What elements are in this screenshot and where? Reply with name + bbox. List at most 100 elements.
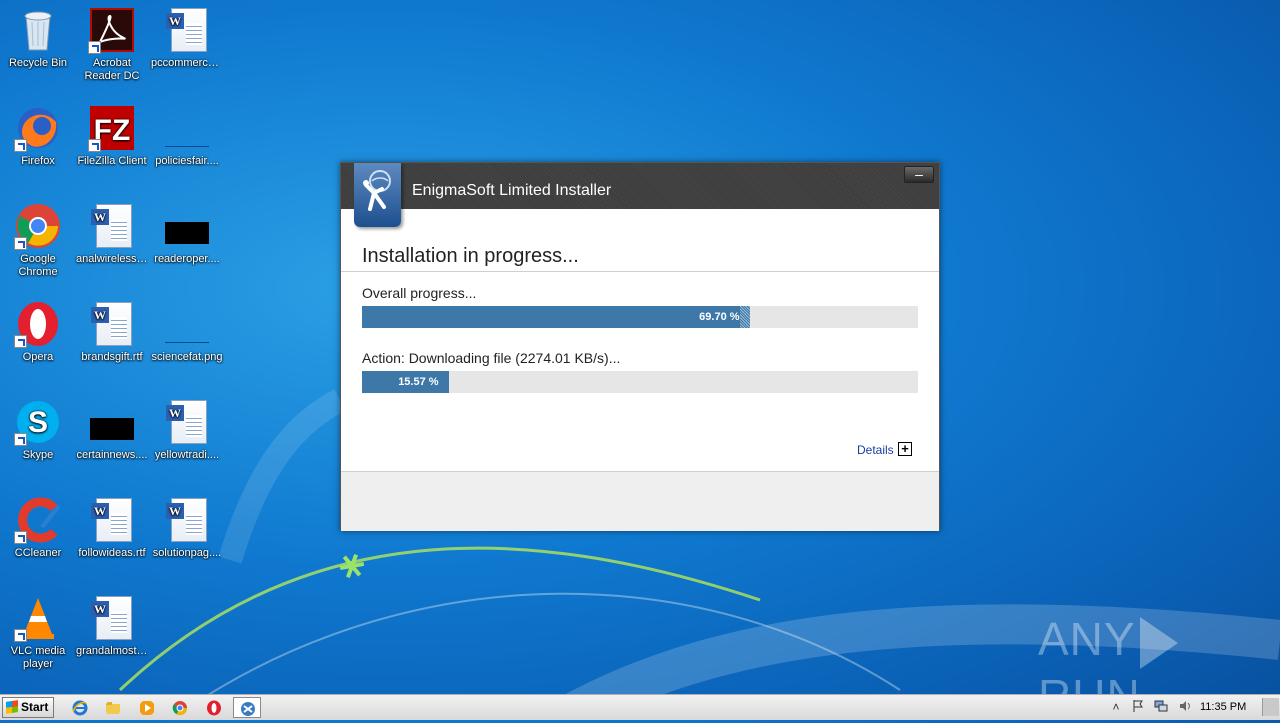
installer-icon — [241, 702, 255, 716]
desktop-icon-label: followideas.rtf — [78, 547, 146, 559]
desktop-icon-label: solutionpag.... — [152, 547, 222, 559]
desktop-icon-label: VLC media player — [10, 645, 66, 670]
desktop-icon-certainnews[interactable]: certainnews.... — [74, 398, 150, 462]
recycle-bin-icon — [14, 6, 62, 54]
overall-progress-bar: 69.70 % — [362, 306, 918, 328]
word-document-icon: W — [163, 398, 211, 446]
tray-expand-icon[interactable]: ˄ — [1108, 699, 1124, 715]
chrome-icon — [172, 701, 187, 715]
taskbar-chrome[interactable] — [166, 697, 194, 718]
word-document-icon: W — [88, 202, 136, 250]
overall-progress-label: Overall progress... — [362, 285, 477, 301]
shortcut-arrow-icon — [14, 629, 27, 642]
desktop-icon-label: FileZilla Client — [77, 155, 147, 167]
taskbar-installer[interactable] — [233, 697, 261, 718]
action-center-flag-icon[interactable] — [1130, 699, 1146, 715]
desktop-icon-label: CCleaner — [14, 547, 62, 559]
divider — [341, 271, 939, 272]
blank-file-icon — [163, 104, 211, 152]
desktop-icon-grandalmost[interactable]: W grandalmost.... — [74, 594, 150, 658]
watermark-text-left: ANY — [1038, 613, 1136, 665]
desktop-icon-vlc[interactable]: VLC media player — [0, 594, 76, 671]
desktop-icon-followideas[interactable]: W followideas.rtf — [74, 496, 150, 560]
minimize-button[interactable]: – — [904, 166, 934, 183]
black-file-icon — [163, 202, 211, 250]
enigmasoft-logo-icon — [354, 163, 401, 227]
desktop-icon-pccommerce[interactable]: W pccommerce.... — [149, 6, 225, 70]
desktop-icon-firefox[interactable]: Firefox — [0, 104, 76, 168]
desktop-icon-label: sciencefat.png — [151, 351, 223, 363]
desktop-icon-acrobat-reader[interactable]: Acrobat Reader DC — [74, 6, 150, 83]
desktop-icon-solutionpag[interactable]: W solutionpag.... — [149, 496, 225, 560]
word-document-icon: W — [163, 496, 211, 544]
acrobat-reader-icon — [88, 6, 136, 54]
desktop-icon-label: grandalmost.... — [76, 645, 149, 657]
action-progress-label: Action: Downloading file (2274.01 KB/s).… — [362, 350, 621, 366]
taskbar-internet-explorer[interactable] — [66, 697, 94, 718]
folder-icon — [106, 702, 120, 714]
desktop-icon-label: Acrobat Reader DC — [84, 57, 140, 82]
taskbar-clock[interactable]: 11:35 PM — [1200, 701, 1246, 713]
firefox-icon — [14, 104, 62, 152]
details-link[interactable]: Details — [857, 443, 894, 457]
opera-icon — [14, 300, 62, 348]
volume-icon[interactable] — [1177, 699, 1193, 715]
desktop-icon-google-chrome[interactable]: Google Chrome — [0, 202, 76, 279]
desktop-icon-analwireless[interactable]: W analwireless.... — [74, 202, 150, 266]
start-label: Start — [21, 700, 49, 714]
desktop-icon-sciencefat[interactable]: sciencefat.png — [149, 300, 225, 364]
desktop-icon-policiesfair[interactable]: policiesfair.... — [149, 104, 225, 168]
shortcut-arrow-icon — [14, 433, 27, 446]
desktop-icon-label: Recycle Bin — [8, 57, 68, 69]
installer-footer — [341, 471, 939, 531]
desktop-icon-ccleaner[interactable]: CCleaner — [0, 496, 76, 560]
desktop-icon-label: pccommerce.... — [151, 57, 225, 69]
word-document-icon: W — [88, 594, 136, 642]
installer-title: EnigmaSoft Limited Installer — [412, 182, 612, 199]
desktop-icon-opera[interactable]: Opera — [0, 300, 76, 364]
desktop-icon-label: policiesfair.... — [155, 155, 219, 167]
desktop-icon-recycle-bin[interactable]: Recycle Bin — [0, 6, 76, 70]
taskbar-opera[interactable] — [200, 697, 228, 718]
shortcut-arrow-icon — [14, 139, 27, 152]
desktop-icon-label: brandsgift.rtf — [81, 351, 143, 363]
word-document-icon: W — [163, 6, 211, 54]
show-desktop-button[interactable] — [1262, 698, 1279, 716]
details-expand-icon[interactable]: + — [898, 442, 912, 456]
black-file-icon — [88, 398, 136, 446]
desktop-icon-yellowtradi[interactable]: W yellowtradi.... — [149, 398, 225, 462]
play-icon — [1139, 616, 1178, 669]
shortcut-arrow-icon — [88, 41, 101, 54]
desktop-icon-brandsgift[interactable]: W brandsgift.rtf — [74, 300, 150, 364]
network-icon[interactable] — [1153, 699, 1169, 715]
skype-icon: S — [14, 398, 62, 446]
image-file-icon — [163, 300, 211, 348]
desktop-icon-skype[interactable]: S Skype — [0, 398, 76, 462]
opera-icon — [207, 700, 221, 716]
overall-progress-fill: 69.70 % — [362, 306, 750, 328]
start-button[interactable]: Start — [2, 697, 54, 718]
overall-progress-text: 69.70 % — [699, 311, 740, 323]
taskbar-media-player[interactable] — [133, 697, 161, 718]
taskbar-explorer[interactable] — [99, 697, 127, 718]
word-document-icon: W — [88, 300, 136, 348]
desktop-icon-label: certainnews.... — [76, 449, 148, 461]
media-player-icon — [140, 701, 154, 715]
ccleaner-icon — [14, 496, 62, 544]
desktop-icon-label: Opera — [22, 351, 54, 363]
desktop-icon-label: Google Chrome — [18, 253, 58, 278]
shortcut-arrow-icon — [14, 531, 27, 544]
installer-titlebar[interactable]: EnigmaSoft Limited Installer – — [341, 163, 939, 209]
desktop-icon-label: Firefox — [21, 155, 55, 167]
action-progress-bar: 15.57 % — [362, 371, 918, 393]
vlc-icon — [14, 594, 62, 642]
desktop-icon-readeroper[interactable]: readeroper.... — [149, 202, 225, 266]
shortcut-arrow-icon — [14, 335, 27, 348]
shortcut-arrow-icon — [88, 139, 101, 152]
shortcut-arrow-icon — [14, 237, 27, 250]
desktop-icon-label: Skype — [22, 449, 54, 461]
desktop-icon-filezilla[interactable]: FZ FileZilla Client — [74, 104, 150, 168]
internet-explorer-icon — [72, 700, 88, 716]
installer-window[interactable]: EnigmaSoft Limited Installer – Installat… — [340, 162, 940, 531]
taskbar: Start ˄ 11:35 PM — [0, 694, 1280, 720]
